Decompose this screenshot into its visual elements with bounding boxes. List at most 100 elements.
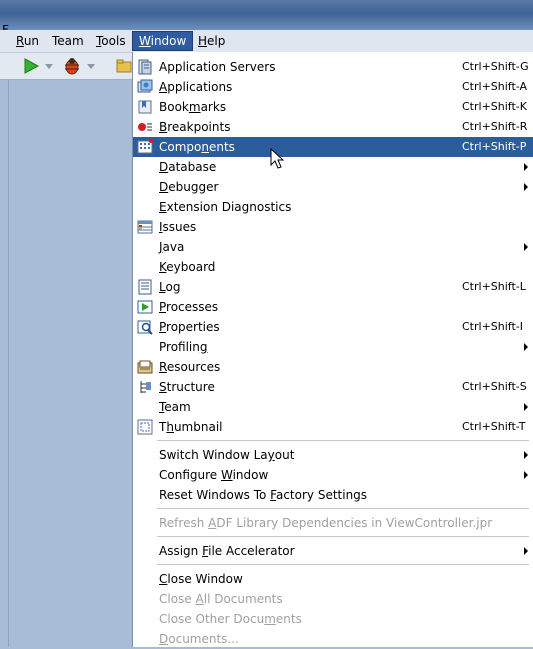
submenu-arrow-icon — [524, 343, 528, 351]
menu-item-breakpoints[interactable]: Breakpoints Ctrl+Shift-R — [133, 117, 533, 137]
menu-item-components[interactable]: Components Ctrl+Shift-P — [133, 137, 533, 157]
submenu-arrow-icon — [524, 451, 528, 459]
thumbnail-icon — [137, 419, 153, 435]
submenu-arrow-icon — [524, 243, 528, 251]
menu-item-label: Issues — [159, 220, 197, 234]
menu-item-applications[interactable]: Applications Ctrl+Shift-A — [133, 77, 533, 97]
menu-item-configure-window[interactable]: Configure Window — [133, 465, 533, 485]
menu-item-label: Refresh ADF Library Dependencies in View… — [159, 516, 493, 530]
menu-item-close-window[interactable]: Close Window — [133, 569, 533, 589]
menu-item-label: Close Other Documents — [159, 612, 302, 626]
components-icon — [137, 139, 153, 155]
menu-item-label: Profiling — [159, 340, 208, 354]
menu-item-label: Configure Window — [159, 468, 269, 482]
shortcut-label: Ctrl+Shift-I — [462, 320, 524, 333]
menu-item-log[interactable]: Log Ctrl+Shift-L — [133, 277, 533, 297]
menu-item-debugger[interactable]: Debugger — [133, 177, 533, 197]
breakpoints-icon — [137, 119, 153, 135]
menu-item-label: Debugger — [159, 180, 219, 194]
menu-item-close-other-documents: Close Other Documents — [133, 609, 533, 629]
menu-item-label: Processes — [159, 300, 219, 314]
log-icon — [137, 279, 153, 295]
bookmarks-icon — [137, 99, 153, 115]
menu-item-properties[interactable]: Properties Ctrl+Shift-I — [133, 317, 533, 337]
menu-help[interactable]: Help — [192, 32, 231, 50]
menu-item-assign-file-accelerator[interactable]: Assign File Accelerator — [133, 541, 533, 561]
menu-item-label: Assign File Accelerator — [159, 544, 295, 558]
shortcut-label: Ctrl+Shift-S — [462, 380, 527, 393]
menu-item-label: Extension Diagnostics — [159, 200, 292, 214]
menu-item-label: Keyboard — [159, 260, 216, 274]
menu-item-reset-windows-to-factory-settings[interactable]: Reset Windows To Factory Settings — [133, 485, 533, 505]
shortcut-label: Ctrl+Shift-A — [462, 80, 528, 93]
menu-item-processes[interactable]: Processes — [133, 297, 533, 317]
menu-team[interactable]: Team — [46, 32, 90, 50]
window-menu-dropdown: Application Servers Ctrl+Shift-G Applicati… — [132, 52, 533, 647]
menu-item-label: Structure — [159, 380, 215, 394]
menu-separator — [133, 561, 533, 569]
issues-icon — [137, 219, 153, 235]
menu-item-label: Log — [159, 280, 181, 294]
menu-item-java[interactable]: Java — [133, 237, 533, 257]
editor-workspace — [0, 80, 133, 647]
debug-dropdown-icon[interactable] — [86, 56, 96, 76]
menu-item-keyboard[interactable]: Keyboard — [133, 257, 533, 277]
menu-item-label: Switch Window Layout — [159, 448, 295, 462]
menu-separator — [133, 437, 533, 445]
menu-item-label: Resources — [159, 360, 221, 374]
menu-item-label: Close Window — [159, 572, 243, 586]
shortcut-label: Ctrl+Shift-L — [462, 280, 526, 293]
menu-item-label: Components — [159, 140, 235, 154]
menu-item-label: Breakpoints — [159, 120, 231, 134]
menu-window[interactable]: Window — [132, 31, 194, 51]
submenu-arrow-icon — [524, 547, 528, 555]
debug-icon[interactable] — [62, 56, 82, 76]
submenu-arrow-icon — [524, 163, 528, 171]
menu-item-label: Reset Windows To Factory Settings — [159, 488, 368, 502]
properties-icon — [137, 319, 153, 335]
menu-item-database[interactable]: Database — [133, 157, 533, 177]
run-dropdown-icon[interactable] — [44, 56, 54, 76]
menu-item-thumbnail[interactable]: Thumbnail Ctrl+Shift-T — [133, 417, 533, 437]
resources-icon — [137, 359, 153, 375]
servers-icon — [137, 59, 153, 75]
menu-item-label: Documents... — [159, 632, 239, 646]
menu-separator — [133, 533, 533, 541]
shortcut-label: Ctrl+Shift-T — [462, 420, 526, 433]
menu-item-label: Team — [159, 400, 191, 414]
menu-item-label: Close All Documents — [159, 592, 283, 606]
menu-item-close-all-documents: Close All Documents — [133, 589, 533, 609]
menu-item-extension-diagnostics[interactable]: Extension Diagnostics — [133, 197, 533, 217]
menu-item-label: Properties — [159, 320, 220, 334]
menu-item-issues[interactable]: Issues — [133, 217, 533, 237]
menu-item-team[interactable]: Team — [133, 397, 533, 417]
menu-separator — [133, 505, 533, 513]
run-icon[interactable] — [22, 56, 40, 76]
folder-icon[interactable] — [116, 56, 132, 76]
menu-item-bookmarks[interactable]: Bookmarks Ctrl+Shift-K — [133, 97, 533, 117]
menu-item-documents: Documents... — [133, 629, 533, 649]
menu-item-refresh-adf-library-dependencies-in-viewcontroller-jpr: Refresh ADF Library Dependencies in View… — [133, 513, 533, 533]
menu-run[interactable]: Run — [10, 32, 45, 50]
processes-icon — [137, 299, 153, 315]
menu-item-switch-window-layout[interactable]: Switch Window Layout — [133, 445, 533, 465]
shortcut-label: Ctrl+Shift-K — [462, 100, 527, 113]
shortcut-label: Ctrl+Shift-P — [462, 140, 527, 153]
title-bar: F — [0, 0, 533, 34]
menu-tools[interactable]: Tools — [90, 32, 132, 50]
applications-icon — [137, 79, 153, 95]
submenu-arrow-icon — [524, 471, 528, 479]
menu-bar: Run Team Tools Window Help — [0, 30, 533, 53]
menu-item-label: Applications — [159, 80, 233, 94]
mouse-pointer-icon — [270, 148, 285, 169]
menu-item-resources[interactable]: Resources — [133, 357, 533, 377]
workspace-divider — [8, 80, 9, 647]
menu-item-application-servers[interactable]: Application Servers Ctrl+Shift-G — [133, 57, 533, 77]
submenu-arrow-icon — [524, 403, 528, 411]
shortcut-label: Ctrl+Shift-G — [462, 60, 529, 73]
menu-item-profiling[interactable]: Profiling — [133, 337, 533, 357]
menu-item-structure[interactable]: Structure Ctrl+Shift-S — [133, 377, 533, 397]
menu-item-label: Database — [159, 160, 217, 174]
submenu-arrow-icon — [524, 183, 528, 191]
structure-icon — [137, 379, 153, 395]
